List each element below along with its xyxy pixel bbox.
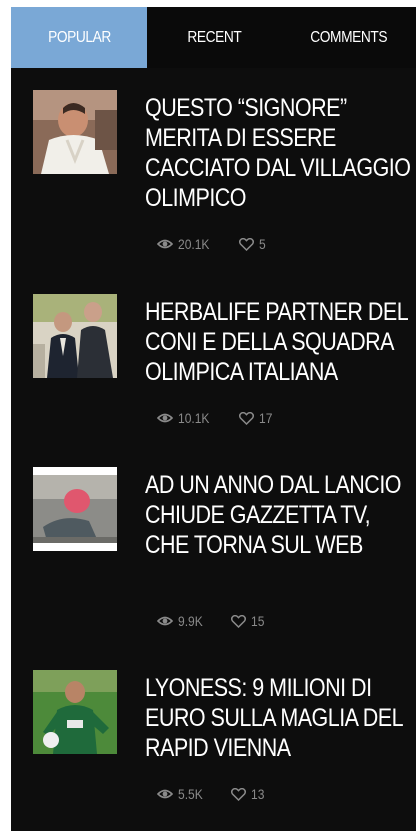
tab-comments[interactable]: COMMENTS — [281, 7, 416, 68]
likes-count: 13 — [250, 786, 265, 802]
eye-icon — [157, 788, 173, 800]
tab-popular-label: POPULAR — [47, 28, 111, 46]
like-button[interactable]: 13 — [230, 786, 267, 802]
heart-outline-icon — [238, 237, 254, 251]
heart-outline-icon — [230, 614, 246, 628]
post-meta: 5.5K 13 — [157, 786, 266, 802]
press-event-image — [33, 294, 117, 378]
post-title[interactable]: AD UN ANNO DAL LANCIO CHIUDE GAZZETTA TV… — [145, 470, 413, 560]
tab-recent-label: RECENT — [187, 28, 241, 46]
gazzetta-tv-image — [33, 467, 117, 551]
heart-outline-icon — [230, 787, 246, 801]
judo-athlete-image — [33, 90, 117, 174]
eye-icon — [157, 412, 173, 424]
popular-posts-widget: POPULAR RECENT COMMENTS QUESTO “SIGNORE”… — [11, 7, 416, 831]
post-meta: 9.9K 15 — [157, 613, 266, 629]
tab-popular[interactable]: POPULAR — [11, 7, 147, 68]
post-thumbnail[interactable] — [33, 90, 117, 174]
post-meta: 10.1K 17 — [157, 410, 274, 426]
views-count: 9.9K — [178, 613, 203, 629]
like-button[interactable]: 15 — [230, 613, 267, 629]
tab-recent[interactable]: RECENT — [147, 7, 281, 68]
eye-icon — [157, 615, 173, 627]
likes-count: 5 — [258, 236, 266, 252]
rapid-vienna-player-image — [33, 670, 117, 754]
heart-outline-icon — [238, 411, 254, 425]
post-title[interactable]: QUESTO “SIGNORE” MERITA DI ESSERE CACCIA… — [145, 93, 413, 213]
like-button[interactable]: 17 — [238, 410, 275, 426]
tab-comments-label: COMMENTS — [310, 28, 387, 46]
tab-bar: POPULAR RECENT COMMENTS — [11, 7, 416, 68]
likes-count: 15 — [250, 613, 265, 629]
post-thumbnail[interactable] — [33, 294, 117, 378]
likes-count: 17 — [258, 410, 272, 426]
post-title[interactable]: HERBALIFE PARTNER DEL CONI E DELLA SQUAD… — [145, 297, 413, 387]
post-thumbnail[interactable] — [33, 670, 117, 754]
post-thumbnail[interactable] — [33, 467, 117, 551]
post-title[interactable]: LYONESS: 9 MILIONI DI EURO SULLA MAGLIA … — [145, 673, 413, 763]
post-meta: 20.1K 5 — [157, 236, 266, 252]
views-count: 20.1K — [178, 236, 210, 252]
views-count: 10.1K — [178, 410, 210, 426]
like-button[interactable]: 5 — [238, 236, 267, 252]
views-count: 5.5K — [178, 786, 203, 802]
eye-icon — [157, 238, 173, 250]
